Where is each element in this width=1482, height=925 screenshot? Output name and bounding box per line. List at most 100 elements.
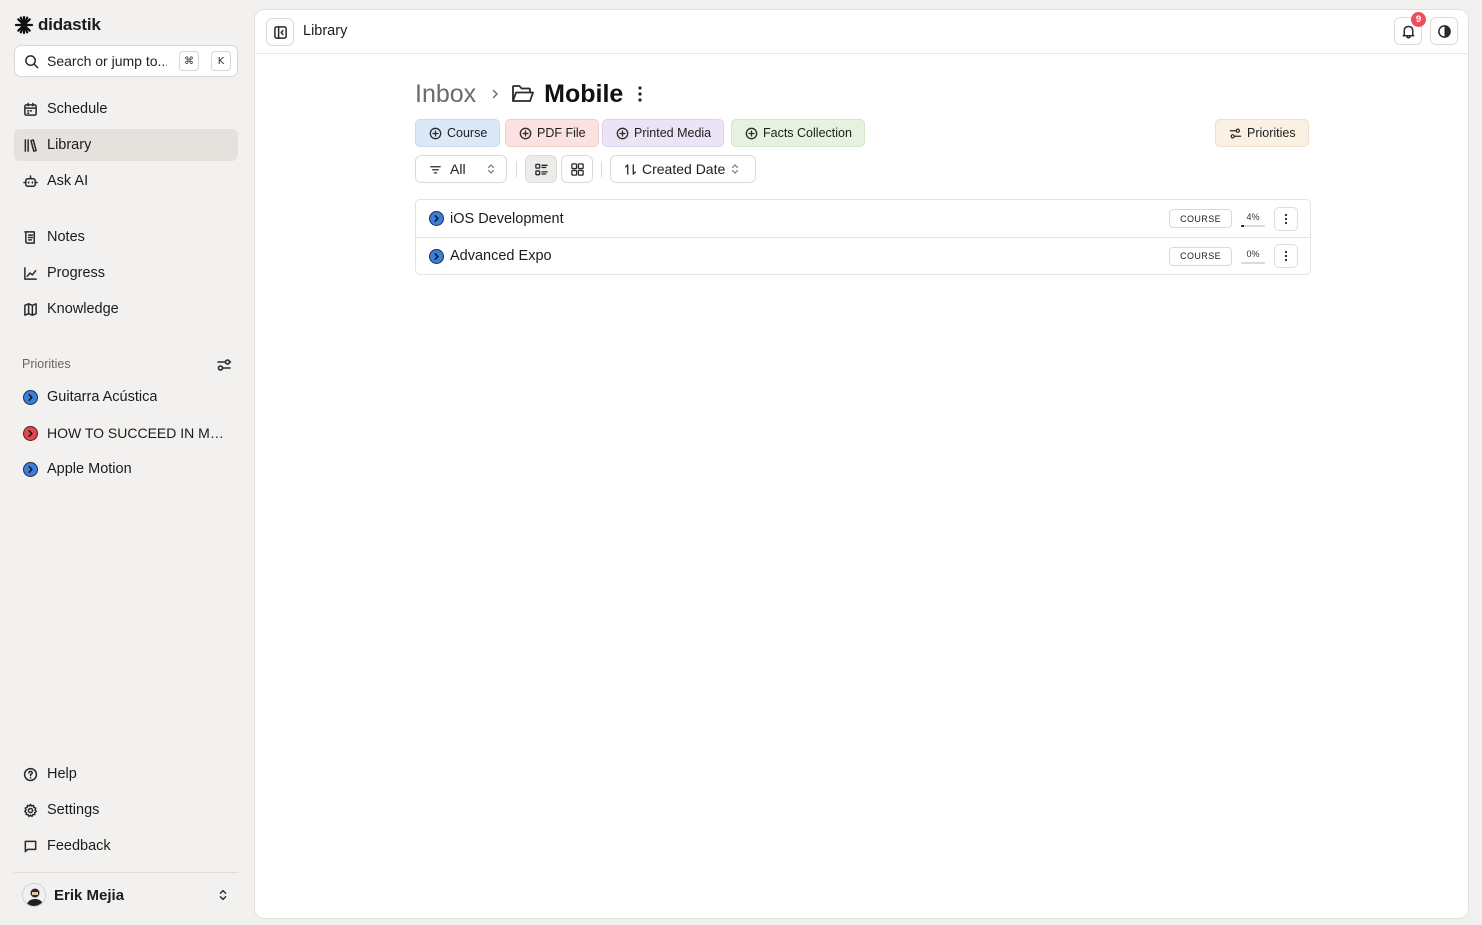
add-facts-collection-button[interactable]: Facts Collection	[731, 119, 865, 147]
sidebar-item-settings[interactable]: Settings	[14, 794, 238, 826]
priorities-section-label: Priorities	[22, 357, 71, 371]
priorities-settings-icon[interactable]	[215, 356, 233, 374]
priority-item-apple-motion[interactable]: Apple Motion	[14, 453, 238, 485]
item-progress: 4%	[1240, 211, 1266, 227]
notifications-button[interactable]: 9	[1394, 12, 1426, 45]
breadcrumb-current: Mobile	[511, 80, 623, 109]
sidebar-collapse-icon	[273, 25, 288, 40]
sidebar-item-ask-ai[interactable]: Ask AI	[14, 165, 238, 197]
grid-view-button[interactable]	[561, 155, 593, 183]
sort-arrows-icon	[624, 163, 637, 176]
item-progress-track	[1241, 224, 1265, 227]
sidebar-item-knowledge[interactable]: Knowledge	[14, 293, 238, 325]
add-pdf-button[interactable]: PDF File	[505, 119, 599, 147]
sort-select[interactable]: Created Date	[610, 155, 756, 183]
chevron-up-down-icon	[216, 888, 230, 902]
toolbar-divider	[516, 161, 517, 177]
sort-value: Created Date	[642, 161, 726, 177]
item-progress-label: 4%	[1246, 211, 1260, 222]
chevron-up-down-icon	[730, 163, 740, 175]
item-more-options-button[interactable]	[1274, 244, 1298, 268]
search-placeholder: Search or jump to...	[47, 53, 167, 69]
sidebar-item-progress[interactable]: Progress	[14, 257, 238, 289]
item-progress-label: 0%	[1246, 249, 1260, 259]
priority-item-label: Guitarra Acústica	[47, 389, 158, 405]
priorities-button[interactable]: Priorities	[1215, 119, 1309, 147]
add-course-button[interactable]: Course	[415, 119, 501, 147]
asterisk-logo-icon	[14, 15, 34, 35]
bot-icon	[23, 174, 38, 189]
sidebar-item-label: Knowledge	[47, 301, 119, 317]
brand-name: didastik	[38, 15, 101, 34]
list-item[interactable]: Advanced Expo COURSE 0%	[416, 237, 1310, 274]
add-printed-media-label: Printed Media	[634, 126, 712, 140]
library-item-list: iOS Development COURSE 4% Advanced Expo …	[415, 199, 1311, 275]
chevron-right-circle-icon	[23, 389, 38, 405]
folder-more-options-icon[interactable]	[637, 85, 643, 103]
add-facts-collection-label: Facts Collection	[763, 126, 852, 140]
search-input[interactable]: Search or jump to... ⌘ K	[14, 45, 238, 77]
chevron-right-circle-icon	[429, 211, 444, 226]
map-icon	[23, 302, 38, 317]
sidebar-item-library[interactable]: Library	[14, 129, 238, 161]
theme-toggle-button[interactable]	[1430, 17, 1458, 45]
chevron-right-icon	[490, 89, 500, 99]
kebab-icon	[1284, 250, 1288, 262]
sidebar-divider	[14, 872, 238, 873]
add-course-label: Course	[447, 126, 488, 140]
chevron-right-circle-icon	[23, 461, 38, 477]
chevron-right-circle-icon	[429, 248, 444, 264]
user-name: Erik Mejia	[54, 886, 125, 904]
brand[interactable]: didastik	[14, 15, 101, 35]
item-title[interactable]: iOS Development	[450, 211, 1169, 227]
main-panel: Library 9 Inbox Mobile Course PDF File P…	[254, 9, 1469, 919]
sidebar-item-label: Settings	[47, 802, 100, 818]
grid-view-icon	[570, 162, 585, 177]
sidebar-item-notes[interactable]: Notes	[14, 221, 238, 253]
item-progress-track	[1241, 262, 1265, 264]
sidebar-item-label: Help	[47, 766, 77, 782]
folder-open-icon	[511, 83, 535, 105]
library-icon	[23, 138, 38, 153]
chevron-up-down-icon	[486, 163, 496, 175]
message-icon	[23, 839, 38, 854]
breadcrumb-inbox-link[interactable]: Inbox	[415, 80, 476, 109]
plus-circle-icon	[429, 127, 442, 140]
item-type-badge: COURSE	[1169, 209, 1232, 228]
sidebar-item-help[interactable]: Help	[14, 758, 238, 790]
filter-select[interactable]: All	[415, 155, 507, 183]
list-view-button[interactable]	[525, 155, 557, 183]
add-printed-media-button[interactable]: Printed Media	[602, 119, 725, 147]
priority-item-guitarra[interactable]: Guitarra Acústica	[14, 381, 238, 413]
priority-item-label: HOW TO SUCCEED IN MRBE...	[47, 425, 233, 441]
kebab-icon	[1284, 213, 1288, 224]
sidebar-item-feedback[interactable]: Feedback	[14, 830, 238, 862]
toggle-sidebar-button[interactable]	[266, 18, 294, 46]
chart-icon	[23, 266, 38, 281]
filter-value: All	[450, 161, 466, 177]
sliders-icon	[1229, 127, 1242, 140]
priority-item-how-to-succeed[interactable]: HOW TO SUCCEED IN MRBE...	[14, 417, 238, 449]
chevron-right-circle-icon	[23, 425, 38, 441]
sidebar-item-label: Feedback	[47, 838, 111, 854]
avatar	[22, 883, 46, 907]
item-progress-fill	[1241, 224, 1244, 227]
plus-circle-icon	[745, 127, 758, 140]
sidebar-item-label: Schedule	[47, 101, 108, 117]
priorities-button-label: Priorities	[1247, 126, 1296, 140]
item-progress: 0%	[1240, 248, 1266, 264]
sidebar-item-label: Progress	[47, 265, 106, 281]
user-menu[interactable]: Erik Mejia	[14, 880, 238, 910]
item-title[interactable]: Advanced Expo	[450, 248, 1169, 264]
plus-circle-icon	[519, 127, 532, 140]
topbar: Library 9	[255, 10, 1468, 54]
plus-circle-icon	[616, 127, 629, 140]
contrast-icon	[1437, 24, 1452, 39]
sidebar: didastik Search or jump to... ⌘ K Schedu…	[0, 0, 252, 925]
sidebar-item-schedule[interactable]: Schedule	[14, 93, 238, 125]
notification-count-badge: 9	[1411, 12, 1426, 27]
breadcrumb-current-label: Mobile	[544, 79, 624, 108]
toolbar-divider	[601, 161, 602, 177]
item-more-options-button[interactable]	[1274, 206, 1298, 231]
list-item[interactable]: iOS Development COURSE 4%	[416, 200, 1310, 237]
